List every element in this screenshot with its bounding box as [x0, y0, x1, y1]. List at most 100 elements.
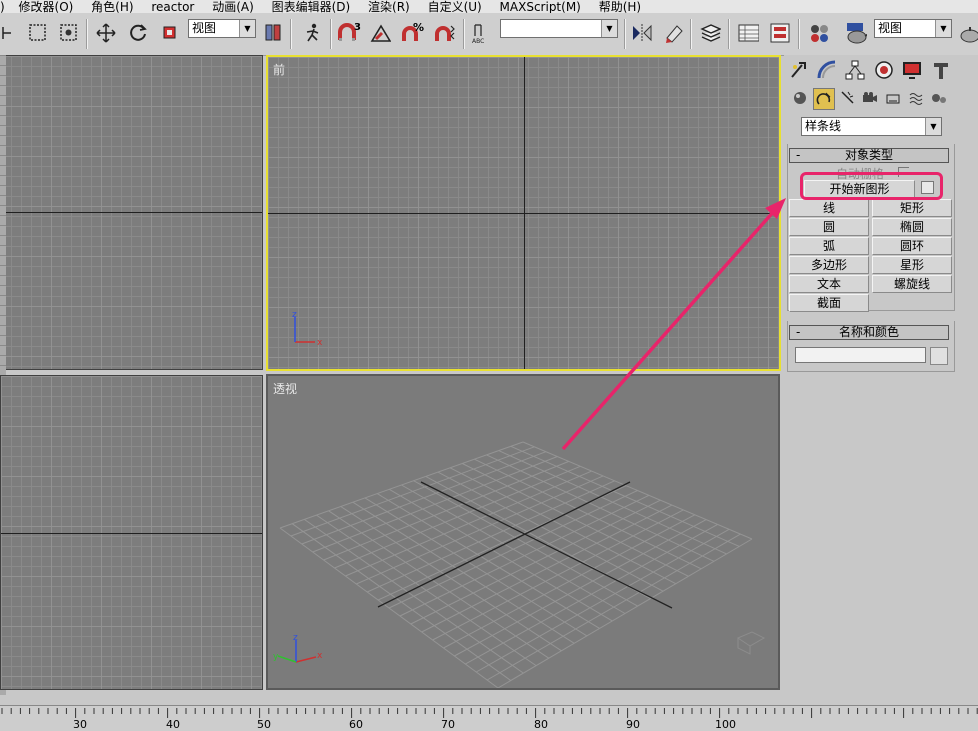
- ruler-number: 50: [257, 718, 271, 731]
- scale-icon[interactable]: [159, 22, 181, 44]
- timeline-ruler[interactable]: 30 40 50 60 70 80 90 100: [0, 705, 978, 731]
- command-panel: 样条线 ▼ - 对象类型 自动栅格 开始新图形 线 矩形 圆 椭圆 弧 圆环 多…: [784, 55, 978, 705]
- layer-manager-icon[interactable]: [699, 22, 721, 44]
- create-tab-icon[interactable]: [787, 59, 809, 81]
- window-crossing-icon[interactable]: [58, 22, 80, 44]
- ngon-button[interactable]: 多边形: [789, 256, 869, 274]
- ruler-number: 60: [349, 718, 363, 731]
- menu-bar: ) 修改器(O) 角色(H) reactor 动画(A) 图表编辑器(D) 渲染…: [0, 0, 978, 13]
- svg-text:z: z: [293, 633, 298, 643]
- move-icon[interactable]: [95, 22, 117, 44]
- chevron-down-icon: ▼: [601, 20, 617, 37]
- world-axis-y: [1, 533, 262, 534]
- menu-item-rendering[interactable]: 渲染(R): [368, 1, 410, 13]
- shape-category-value: 样条线: [805, 119, 842, 133]
- select-manipulate-icon[interactable]: [302, 22, 324, 44]
- systems-category-icon[interactable]: [930, 89, 948, 107]
- chevron-down-icon: ▼: [925, 118, 941, 135]
- menu-item-maxscript[interactable]: MAXScript(M): [500, 1, 581, 13]
- object-color-swatch[interactable]: [930, 347, 948, 365]
- object-type-rollout-title[interactable]: - 对象类型: [789, 148, 949, 163]
- circle-button[interactable]: 圆: [789, 218, 869, 236]
- menu-item-graph-editors[interactable]: 图表编辑器(D): [272, 1, 351, 13]
- render-type-value: 视图: [878, 21, 903, 35]
- quick-render-icon[interactable]: [958, 22, 978, 44]
- line-button[interactable]: 线: [789, 199, 869, 217]
- space-warps-category-icon[interactable]: [907, 89, 925, 107]
- reference-coordinate-dropdown[interactable]: 视图 ▼: [188, 19, 256, 38]
- world-axis-x: [1, 212, 262, 213]
- percent-snap-symbol: %: [413, 21, 425, 34]
- named-selection-dropdown[interactable]: ▼: [500, 19, 618, 38]
- menu-item-help[interactable]: 帮助(H): [599, 1, 641, 13]
- ruler-number: 100: [715, 718, 736, 731]
- shapes-category-icon[interactable]: [813, 88, 835, 110]
- text-button[interactable]: 文本: [789, 275, 869, 293]
- name-and-color-rollout-title[interactable]: - 名称和颜色: [789, 325, 949, 340]
- ruler-number: 70: [441, 718, 455, 731]
- shape-category-dropdown[interactable]: 样条线 ▼: [801, 117, 942, 136]
- viewport-front[interactable]: 前 x z: [266, 55, 781, 371]
- rectangular-selection-icon[interactable]: [27, 22, 49, 44]
- utilities-tab-icon[interactable]: [930, 59, 952, 81]
- ellipse-button[interactable]: 椭圆: [872, 218, 952, 236]
- chevron-down-icon: ▼: [239, 20, 255, 37]
- svg-text:x: x: [317, 338, 323, 348]
- menu-item-reactor[interactable]: reactor: [151, 1, 194, 13]
- ruler-number: 90: [626, 718, 640, 731]
- panel-tabs: [784, 55, 978, 85]
- reference-coordinate-value: 视图: [192, 21, 217, 35]
- section-button[interactable]: 截面: [789, 294, 869, 312]
- cameras-category-icon[interactable]: [861, 89, 879, 107]
- material-editor-icon[interactable]: [808, 22, 830, 44]
- menu-item-modifiers[interactable]: 修改器(O): [19, 1, 74, 13]
- viewport-perspective[interactable]: 透视 x z y: [266, 374, 780, 690]
- hierarchy-tab-icon[interactable]: [844, 59, 866, 81]
- pivot-center-icon[interactable]: [262, 22, 284, 44]
- menu-item-paren[interactable]: ): [0, 1, 5, 13]
- star-button[interactable]: 星形: [872, 256, 952, 274]
- ruler-number: 30: [73, 718, 87, 731]
- axis-tripod-icon: x z: [292, 310, 323, 348]
- perspective-grid: [279, 441, 753, 688]
- spinner-snap-icon[interactable]: [433, 22, 455, 44]
- axis-tripod-icon: x z y: [273, 633, 323, 663]
- helix-button[interactable]: 螺旋线: [872, 275, 952, 293]
- geometry-category-icon[interactable]: [791, 89, 809, 107]
- svg-text:x: x: [317, 651, 323, 661]
- render-type-dropdown[interactable]: 视图 ▼: [874, 19, 952, 38]
- modify-tab-icon[interactable]: [816, 59, 838, 81]
- arc-button[interactable]: 弧: [789, 237, 869, 255]
- menu-item-animation[interactable]: 动画(A): [212, 1, 254, 13]
- rectangle-button[interactable]: 矩形: [872, 199, 952, 217]
- render-scene-icon[interactable]: [845, 22, 867, 44]
- helpers-category-icon[interactable]: [884, 89, 902, 107]
- donut-button[interactable]: 圆环: [872, 237, 952, 255]
- chevron-down-icon: ▼: [935, 20, 951, 37]
- lights-category-icon[interactable]: [839, 89, 857, 107]
- ruler-number: 40: [166, 718, 180, 731]
- viewport-left[interactable]: [0, 375, 263, 690]
- main-toolbar: 视图 ▼ 3 % ABC ▼ 视图 ▼: [0, 13, 978, 56]
- mirror-icon[interactable]: [630, 22, 652, 44]
- angle-snap-icon[interactable]: [369, 22, 391, 44]
- rotate-icon[interactable]: [127, 22, 149, 44]
- ruler-number: 80: [534, 718, 548, 731]
- motion-tab-icon[interactable]: [873, 59, 895, 81]
- ruler-ticks: [1, 708, 978, 718]
- svg-text:z: z: [292, 310, 297, 320]
- curve-editor-icon[interactable]: [737, 22, 759, 44]
- align-icon[interactable]: [662, 22, 684, 44]
- object-name-input[interactable]: [795, 347, 926, 363]
- highlight-annotation-box: [800, 172, 943, 200]
- display-tab-icon[interactable]: [901, 59, 923, 81]
- menu-item-customize[interactable]: 自定义(U): [428, 1, 482, 13]
- select-link-icon[interactable]: [0, 22, 16, 44]
- viewport-top[interactable]: [0, 55, 263, 370]
- menu-item-character[interactable]: 角色(H): [91, 1, 133, 13]
- schematic-view-icon[interactable]: [768, 22, 790, 44]
- edit-named-selection-icon[interactable]: ABC: [471, 22, 493, 44]
- create-category-row: [784, 87, 978, 111]
- viewcube-ghost-icon: [736, 631, 766, 655]
- viewport-label-front[interactable]: 前: [273, 61, 285, 78]
